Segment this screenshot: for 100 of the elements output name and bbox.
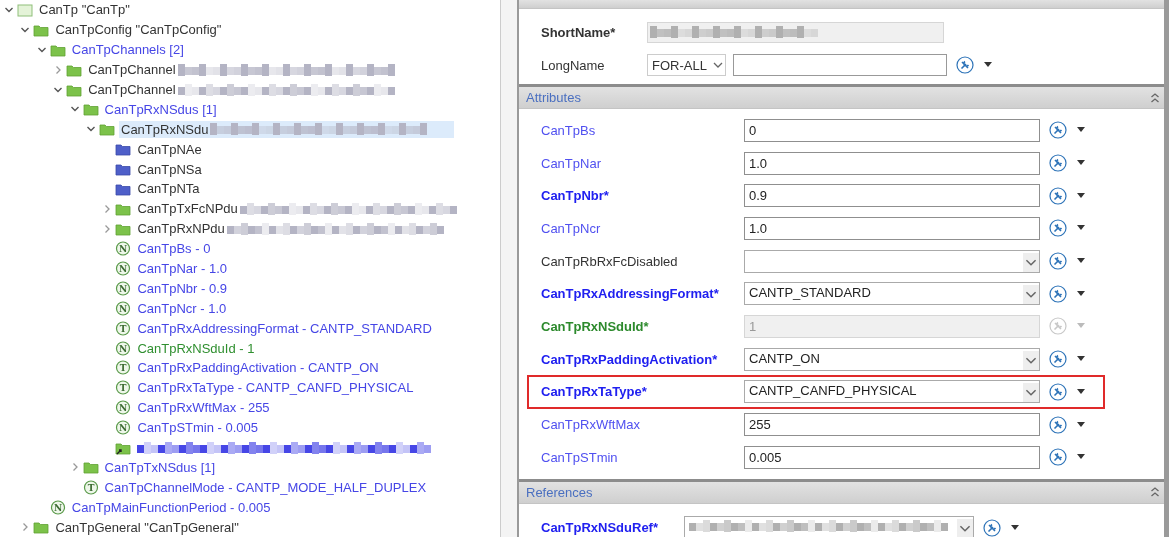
dropdown-field[interactable]: CANTP_STANDARD [744, 282, 1040, 306]
tree-item[interactable]: CanTpNTa [135, 180, 204, 198]
tree-item[interactable]: CanTpTxFcNPdu [135, 200, 462, 218]
text-field[interactable]: 255 [744, 413, 1040, 437]
dropdown-field[interactable]: CANTP_ON [744, 347, 1040, 371]
caret-icon[interactable] [1076, 225, 1086, 232]
folder-icon [99, 122, 115, 137]
wrench-icon[interactable] [956, 56, 974, 74]
tree-item[interactable]: CanTpNcr - 1.0 [135, 299, 231, 317]
caret-icon[interactable] [1076, 258, 1086, 265]
dropdown-field[interactable] [744, 249, 1040, 273]
dropdown-field[interactable]: CANTP_CANFD_PHYSICAL [744, 380, 1040, 404]
wrench-icon[interactable] [1049, 219, 1067, 238]
field-label: ShortName* [541, 24, 617, 40]
wrench-icon[interactable] [983, 518, 1001, 537]
caret-icon[interactable] [1076, 421, 1086, 428]
folder-icon [115, 181, 132, 196]
attribute-label: CanTpRxAddressingFormat* [541, 286, 720, 302]
caret-icon[interactable] [983, 62, 993, 68]
section-header[interactable]: Attributes [519, 87, 1164, 109]
attribute-label: CanTpNbr* [541, 188, 610, 204]
folder-icon [115, 221, 132, 236]
language-dropdown[interactable]: FOR-ALL [647, 54, 726, 76]
collapse-icon[interactable] [1150, 91, 1160, 104]
caret-icon[interactable] [1076, 454, 1086, 461]
reference-folder-icon [115, 440, 132, 455]
folder-icon [66, 82, 83, 97]
tree-item[interactable]: CanTpSTmin - 0.005 [135, 419, 263, 437]
parameter-icon: T [82, 479, 99, 495]
text-field[interactable]: 0 [744, 118, 1040, 142]
caret-icon[interactable] [1076, 160, 1086, 167]
folder-icon [33, 520, 50, 535]
attribute-label: CanTpSTmin [541, 449, 619, 465]
wrench-icon[interactable] [1049, 448, 1067, 467]
text-field[interactable]: 0.005 [744, 445, 1040, 469]
tree-item[interactable]: CanTpRxPaddingActivation - CANTP_ON [135, 359, 383, 377]
text-field[interactable]: 0.9 [744, 184, 1040, 208]
wrench-icon[interactable] [1049, 121, 1067, 140]
tree-item[interactable]: CanTpChannels [2] [69, 41, 188, 59]
attribute-label: CanTpRbRxFcDisabled [541, 253, 679, 269]
attribute-label: CanTpRxTaType* [541, 384, 648, 400]
wrench-icon[interactable] [1049, 186, 1067, 205]
attribute-label: CanTpRxWftMax [541, 417, 641, 433]
attribute-label: CanTpNcr [541, 220, 602, 236]
tree-item[interactable]: CanTpChannel [86, 61, 400, 79]
wrench-icon[interactable] [1049, 252, 1067, 271]
attribute-label: CanTpNar [541, 155, 602, 171]
dropdown-field[interactable] [684, 516, 974, 537]
tree-item[interactable]: CanTpRxNSdu [119, 120, 455, 138]
tree-item[interactable]: CanTpBs - 0 [135, 240, 215, 258]
parameter-icon: T [115, 380, 132, 396]
parameter-icon: N [115, 261, 132, 276]
folder-icon [49, 42, 66, 57]
parameter-icon: N [115, 241, 132, 257]
wrench-icon[interactable] [1049, 415, 1067, 434]
tree-item[interactable]: CanTpMainFunctionPeriod - 0.005 [69, 498, 275, 516]
tree-item[interactable]: CanTpNbr - 0.9 [135, 279, 231, 297]
collapse-icon[interactable] [1150, 486, 1160, 499]
folder-icon [115, 162, 132, 177]
caret-icon[interactable] [1076, 192, 1086, 199]
wrench-icon[interactable] [1049, 154, 1067, 173]
tree-item[interactable]: CanTpRxWftMax - 255 [135, 399, 274, 417]
tree-item[interactable]: CanTpChannelMode - CANTP_MODE_HALF_DUPLEX [102, 478, 431, 496]
caret-icon [1076, 323, 1086, 330]
chevron-down-icon [1023, 252, 1039, 272]
chevron-down-icon [1023, 383, 1039, 403]
tree-item[interactable]: CanTpNar - 1.0 [135, 260, 231, 277]
folder-icon [115, 142, 132, 157]
tree-item[interactable]: CanTpTxNSdus [1] [102, 458, 220, 476]
caret-icon[interactable] [1076, 388, 1086, 395]
tree-item[interactable]: CanTpConfig "CanTpConfig" [53, 21, 226, 39]
tree-item[interactable]: CanTpRxNSduId - 1 [135, 339, 259, 357]
tree-item[interactable]: CanTpRxTaType - CANTP_CANFD_PHYSICAL [135, 379, 418, 397]
text-field[interactable]: 1.0 [744, 151, 1040, 175]
chevron-down-icon [711, 60, 725, 70]
caret-icon[interactable] [1076, 356, 1086, 363]
parameter-icon: N [115, 300, 132, 316]
tree-item[interactable]: CanTpChannel [86, 81, 400, 98]
parameter-icon: N [115, 280, 132, 296]
caret-icon[interactable] [1010, 524, 1020, 531]
tree-item[interactable]: CanTpRxNPdu [135, 220, 449, 238]
tree-item[interactable]: CanTpRxAddressingFormat - CANTP_STANDARD [135, 319, 436, 337]
wrench-icon[interactable] [1049, 284, 1067, 303]
wrench-icon[interactable] [1049, 350, 1067, 369]
long-name-field[interactable] [733, 54, 947, 76]
tree-item[interactable]: CanTpRxNSdus [1] [102, 100, 221, 118]
tree-item[interactable]: CanTpGeneral "CanTpGeneral" [53, 518, 243, 536]
folder-icon [33, 22, 50, 37]
text-field[interactable]: 1.0 [744, 216, 1040, 240]
caret-icon[interactable] [1076, 127, 1086, 134]
folder-icon [82, 460, 99, 475]
parameter-icon: T [115, 360, 132, 376]
module-icon [17, 2, 33, 17]
caret-icon[interactable] [1076, 290, 1086, 297]
chevron-down-icon [957, 519, 973, 537]
tree-item[interactable]: CanTpNAe [135, 140, 206, 158]
tree-item[interactable]: CanTp "CanTp" [37, 1, 134, 19]
wrench-icon[interactable] [1049, 382, 1067, 401]
folder-icon [82, 102, 99, 117]
tree-item[interactable]: CanTpNSa [135, 160, 206, 178]
